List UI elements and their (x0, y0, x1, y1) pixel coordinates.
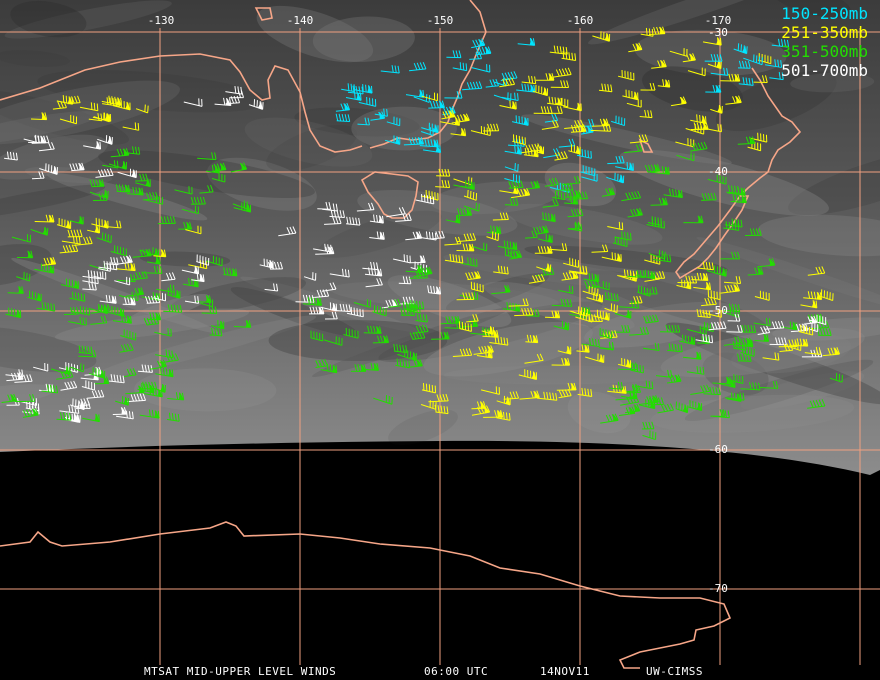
pressure-legend: 150-250mb 251-350mb 351-500mb 501-700mb (781, 4, 868, 80)
barb-shaft (317, 208, 331, 210)
cloud-streak (351, 106, 457, 151)
longitude-label: -160 (567, 14, 594, 27)
longitude-label: -130 (148, 14, 175, 27)
footer-source: UW-CIMSS (646, 665, 703, 678)
latitude-label: -40 (708, 165, 728, 178)
legend-251-350: 251-350mb (781, 23, 868, 42)
barb-shaft (508, 304, 529, 307)
barb-shaft (591, 251, 608, 253)
footer-time: 06:00 UTC (424, 665, 489, 678)
barb-shaft (31, 177, 45, 180)
barb-shaft (201, 312, 217, 315)
latitude-label: -60 (708, 443, 728, 456)
legend-501-700: 501-700mb (781, 61, 868, 80)
barb-shaft (607, 162, 625, 165)
latitude-label: -70 (708, 582, 728, 595)
legend-150-250: 150-250mb (781, 4, 868, 23)
longitude-label: -140 (287, 14, 314, 27)
footer-product: MTSAT MID-UPPER LEVEL WINDS (144, 665, 337, 678)
latitude-label: -30 (708, 26, 728, 39)
satellite-wind-map: -130 -140 -150 -160 -170 -30 -40 -50 -60… (0, 0, 880, 680)
barb-shaft (737, 360, 752, 362)
legend-351-500: 351-500mb (781, 42, 868, 61)
longitude-label: -150 (427, 14, 454, 27)
latitude-label: -50 (708, 304, 728, 317)
footer-date: 14NOV11 (540, 665, 590, 678)
barb-shaft (701, 199, 717, 201)
